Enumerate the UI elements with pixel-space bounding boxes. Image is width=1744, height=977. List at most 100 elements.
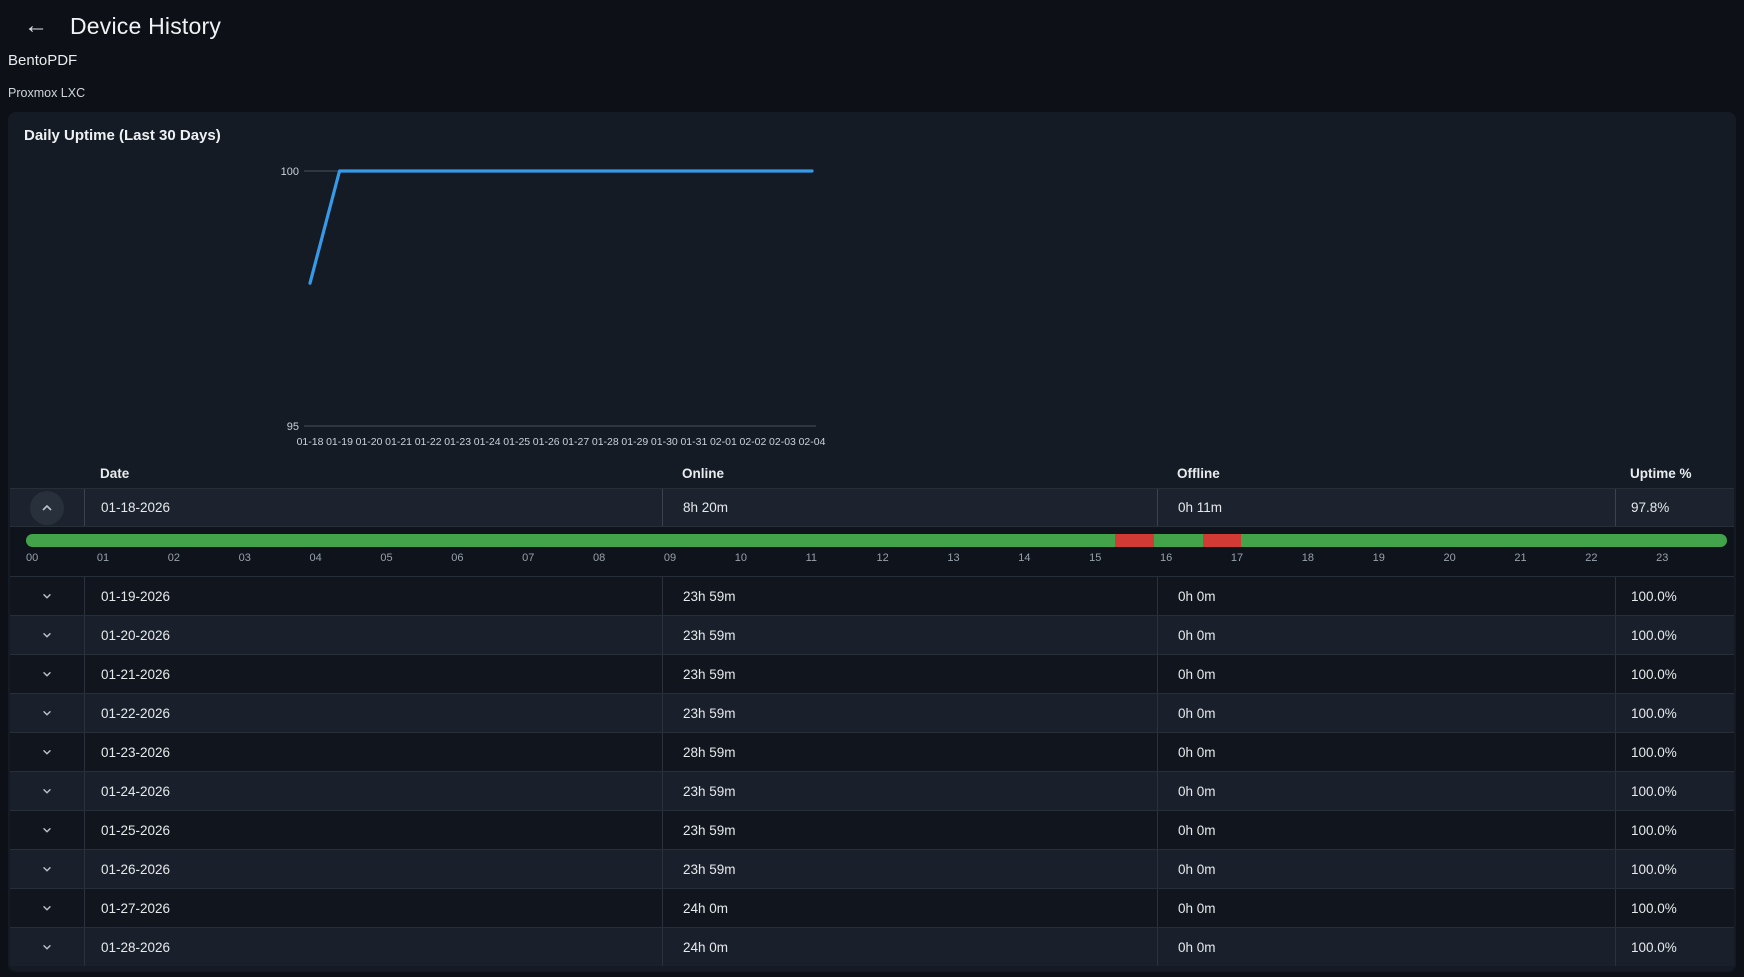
panel-title: Daily Uptime (Last 30 Days) [8,112,1736,146]
page-title: Device History [70,13,221,40]
hour-label: 01 [97,552,168,564]
date-cell: 01-18-2026 [84,489,662,526]
date-cell: 01-27-2026 [84,889,662,927]
uptime-cell: 100.0% [1615,772,1734,810]
chevron-down-icon [41,784,53,798]
daily-uptime-panel: Daily Uptime (Last 30 Days) 9510001-1801… [8,112,1736,972]
chevron-down-icon [41,940,53,954]
expand-row-button[interactable] [30,491,64,525]
hour-label: 10 [735,552,806,564]
x-axis-tick-label: 01-25 [503,436,530,448]
back-arrow-icon[interactable]: ← [24,14,48,38]
hour-label: 21 [1514,552,1585,564]
hour-label: 16 [1160,552,1231,564]
expand-row-button[interactable] [35,662,59,686]
expand-row-button[interactable] [35,623,59,647]
expand-row-button[interactable] [35,896,59,920]
table-header-row: Date Online Offline Uptime % [10,458,1734,488]
expand-cell [10,655,84,693]
x-axis-tick-label: 01-22 [415,436,442,448]
top-bar: ← Device History [0,0,1744,38]
chevron-down-icon [41,628,53,642]
online-cell: 24h 0m [662,928,1157,966]
x-axis-tick-label: 01-19 [326,436,353,448]
chevron-down-icon [41,823,53,837]
uptime-cell: 100.0% [1615,811,1734,849]
offline-segment [1203,534,1240,547]
uptime-cell: 100.0% [1615,889,1734,927]
x-axis-tick-label: 02-01 [710,436,737,448]
expand-row-button[interactable] [35,584,59,608]
hour-label: 04 [310,552,381,564]
uptime-cell: 100.0% [1615,616,1734,654]
expand-cell [10,772,84,810]
table-row[interactable]: 01-22-2026 23h 59m 0h 0m 100.0% [10,693,1734,732]
date-cell: 01-28-2026 [84,928,662,966]
hour-label: 20 [1444,552,1515,564]
uptime-table: Date Online Offline Uptime % 01-18-2026 … [10,458,1734,966]
online-cell: 24h 0m [662,889,1157,927]
date-cell: 01-25-2026 [84,811,662,849]
hour-label: 00 [26,552,97,564]
expand-cell [10,811,84,849]
hour-label: 07 [522,552,593,564]
daily-uptime-chart: 9510001-1801-1901-2001-2101-2201-2301-24… [8,146,1736,458]
expand-row-button[interactable] [35,818,59,842]
offline-cell: 0h 0m [1157,811,1615,849]
uptime-cell: 100.0% [1615,694,1734,732]
offline-cell: 0h 0m [1157,928,1615,966]
table-row[interactable]: 01-23-2026 28h 59m 0h 0m 100.0% [10,732,1734,771]
expand-cell [10,616,84,654]
x-axis-tick-label: 01-23 [444,436,471,448]
x-axis-tick-label: 01-31 [680,436,707,448]
expand-cell [10,733,84,771]
device-type: Proxmox LXC [8,86,1736,100]
offline-cell: 0h 0m [1157,889,1615,927]
offline-cell: 0h 0m [1157,772,1615,810]
table-row[interactable]: 01-26-2026 23h 59m 0h 0m 100.0% [10,849,1734,888]
table-row[interactable]: 01-21-2026 23h 59m 0h 0m 100.0% [10,654,1734,693]
expand-cell [10,928,84,966]
uptime-cell: 100.0% [1615,655,1734,693]
table-row[interactable]: 01-24-2026 23h 59m 0h 0m 100.0% [10,771,1734,810]
uptime-line-series [310,171,812,283]
offline-cell: 0h 11m [1157,489,1615,526]
hour-label: 12 [877,552,948,564]
chevron-down-icon [41,901,53,915]
online-cell: 28h 59m [662,733,1157,771]
hour-label: 02 [168,552,239,564]
x-axis-tick-label: 01-29 [621,436,648,448]
uptime-cell: 100.0% [1615,850,1734,888]
online-cell: 23h 59m [662,850,1157,888]
uptime-timeline-bar[interactable] [26,534,1727,547]
date-cell: 01-21-2026 [84,655,662,693]
hour-label: 05 [380,552,451,564]
hour-label: 14 [1018,552,1089,564]
hour-label: 19 [1373,552,1444,564]
table-row[interactable]: 01-28-2026 24h 0m 0h 0m 100.0% [10,927,1734,966]
date-cell: 01-26-2026 [84,850,662,888]
online-cell: 23h 59m [662,811,1157,849]
device-history-page: ← Device History BentoPDF Proxmox LXC Da… [0,0,1744,972]
table-row[interactable]: 01-27-2026 24h 0m 0h 0m 100.0% [10,888,1734,927]
expand-row-button[interactable] [35,701,59,725]
uptime-cell: 100.0% [1615,733,1734,771]
expand-row-button[interactable] [35,935,59,959]
offline-cell: 0h 0m [1157,733,1615,771]
hourly-uptime-timeline: 0001020304050607080910111213141516171819… [10,526,1734,576]
table-row[interactable]: 01-18-2026 8h 20m 0h 11m 97.8% [10,488,1734,526]
expand-cell [10,850,84,888]
table-row[interactable]: 01-25-2026 23h 59m 0h 0m 100.0% [10,810,1734,849]
x-axis-tick-label: 01-26 [533,436,560,448]
hour-label: 22 [1585,552,1656,564]
col-uptime: Uptime % [1615,458,1734,488]
table-row[interactable]: 01-19-2026 23h 59m 0h 0m 100.0% [10,576,1734,615]
expand-row-button[interactable] [35,779,59,803]
table-row[interactable]: 01-20-2026 23h 59m 0h 0m 100.0% [10,615,1734,654]
chevron-down-icon [41,745,53,759]
expand-row-button[interactable] [35,857,59,881]
offline-cell: 0h 0m [1157,850,1615,888]
chevron-down-icon [41,589,53,603]
x-axis-tick-label: 01-27 [562,436,589,448]
expand-row-button[interactable] [35,740,59,764]
